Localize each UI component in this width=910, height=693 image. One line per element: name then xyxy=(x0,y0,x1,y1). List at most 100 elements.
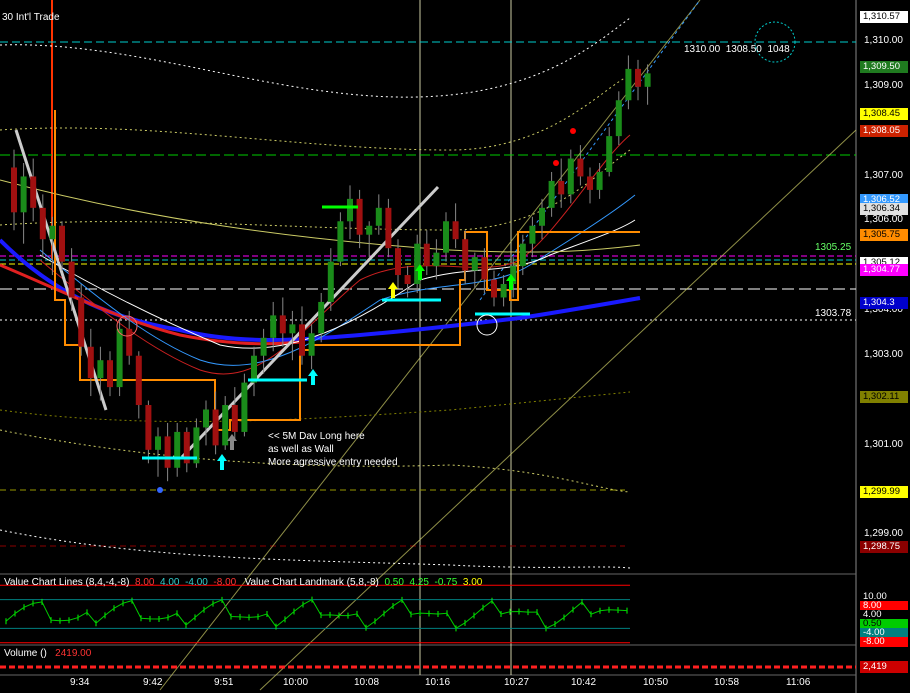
candle-body xyxy=(491,279,497,298)
candle-body xyxy=(299,324,305,356)
candle-body xyxy=(39,207,46,240)
candle-body xyxy=(135,355,142,406)
orange-step-line xyxy=(54,110,640,431)
price-chart[interactable] xyxy=(0,0,910,693)
candle-body xyxy=(308,333,315,356)
candle-body xyxy=(606,136,613,172)
value-chart-title: Value Chart Lines (8,4,-4,-8) xyxy=(4,577,130,588)
note-line-1: << 5M Dav Long here xyxy=(268,431,365,442)
annotation-top-a: 1310.00 xyxy=(684,44,721,55)
candle-body xyxy=(395,248,401,276)
price-axis-label: 1,309.00 xyxy=(864,80,903,91)
time-label: 9:42 xyxy=(143,677,163,688)
price-tag: 1,304.77 xyxy=(860,264,908,276)
candle-body xyxy=(30,176,37,208)
signal-dot xyxy=(157,487,163,493)
price-tag: 1,306.34 xyxy=(860,203,908,215)
annotation-top-c: 1048 xyxy=(767,44,790,55)
candle-body xyxy=(423,243,430,267)
channel-line-3 xyxy=(479,0,701,301)
candle-body xyxy=(116,328,123,388)
price-tag: 1,299.99 xyxy=(860,486,908,498)
time-label: 9:51 xyxy=(214,677,234,688)
signal-circle-blue xyxy=(476,314,498,336)
candle-body xyxy=(270,315,277,338)
candle-body xyxy=(471,257,478,271)
candle-body xyxy=(548,180,555,208)
time-label: 10:00 xyxy=(283,677,309,688)
candle-body xyxy=(318,301,325,334)
value-landmark-title: Value Chart Landmark (5,8,-8) xyxy=(244,577,379,588)
candle-body xyxy=(212,409,219,446)
candle-body xyxy=(356,198,363,235)
time-label: 11:06 xyxy=(786,677,811,688)
value-chart-header: Value Chart Lines (8,4,-4,-8) 8.00 4.00 … xyxy=(4,577,482,588)
signal-dot xyxy=(570,128,576,134)
price-tag: 1,302.11 xyxy=(860,391,908,403)
candle-body xyxy=(222,405,229,446)
trade-note: << 5M Dav Long here as well as Wall More… xyxy=(268,430,398,469)
envelope-upper xyxy=(0,74,631,151)
candle-body xyxy=(327,261,334,302)
price-tag: 1,310.57 xyxy=(860,11,908,23)
price-tag: 1,309.50 xyxy=(860,61,908,73)
candle-body xyxy=(596,171,603,190)
candle-body xyxy=(529,225,536,244)
vc-val-2: 4.00 xyxy=(160,577,180,588)
candle-body xyxy=(539,207,545,226)
candle-body xyxy=(462,239,469,271)
price-tag: 1,305.75 xyxy=(860,229,908,241)
vl-val-4: 3.00 xyxy=(462,577,483,588)
candle-body xyxy=(644,73,651,87)
candle-body xyxy=(519,243,526,267)
price-tag: 1,308.45 xyxy=(860,108,908,120)
chart-title: 30 Int'l Trade xyxy=(2,12,60,23)
candle-body xyxy=(567,158,574,195)
candle-body xyxy=(49,225,56,240)
candle-body xyxy=(78,297,85,347)
candle-body xyxy=(87,346,94,379)
candle-body xyxy=(385,207,392,249)
vl-val-1: 0.50 xyxy=(384,577,404,588)
vc-val-3: -4.00 xyxy=(185,577,208,588)
volume-tag: 2,419 xyxy=(860,661,908,673)
arrow-icon xyxy=(217,454,227,470)
volume-value: 2419.00 xyxy=(55,648,92,659)
volume-header: Volume () 2419.00 xyxy=(4,648,91,659)
annotation-top: 1310.00 1308.50 1048 xyxy=(684,44,790,55)
candle-body xyxy=(587,176,593,190)
candle-body xyxy=(97,360,104,379)
candle-body xyxy=(443,221,449,253)
candle-body xyxy=(558,180,565,195)
candle-body xyxy=(404,275,411,285)
candle-body xyxy=(155,436,161,450)
candle-body xyxy=(289,324,296,334)
envelope-lower xyxy=(0,391,631,423)
price-axis-label: 1,307.00 xyxy=(864,170,903,181)
candle-body xyxy=(203,409,209,428)
envelope-bottom xyxy=(0,529,631,569)
price-axis-label: 1,310.00 xyxy=(864,35,903,46)
candle-body xyxy=(11,167,17,213)
signal-dot xyxy=(553,160,559,166)
vc-val-1: 8.00 xyxy=(135,577,155,588)
vl-val-2: 4.25 xyxy=(409,577,429,588)
candle-body xyxy=(260,337,267,356)
price-tag: 1,298.75 xyxy=(860,541,908,553)
candle-body xyxy=(164,436,171,468)
candle-body xyxy=(375,207,382,226)
price-axis-label: 1,303.00 xyxy=(864,349,903,360)
candle-body xyxy=(174,431,181,468)
price-axis-label: 1,301.00 xyxy=(864,439,903,450)
candle-body xyxy=(615,100,622,137)
annotation-low: 1303.78 xyxy=(815,308,852,319)
vc-val-4: -8.00 xyxy=(213,577,237,588)
candle-body xyxy=(500,284,507,298)
note-line-2: as well as Wall xyxy=(268,444,334,455)
envelope-mid xyxy=(0,149,631,231)
vc-line xyxy=(5,598,628,630)
candle-body xyxy=(452,221,459,240)
candle-body xyxy=(241,382,248,432)
price-tag: 1,304.3 xyxy=(860,297,908,309)
candle-body xyxy=(107,360,113,388)
